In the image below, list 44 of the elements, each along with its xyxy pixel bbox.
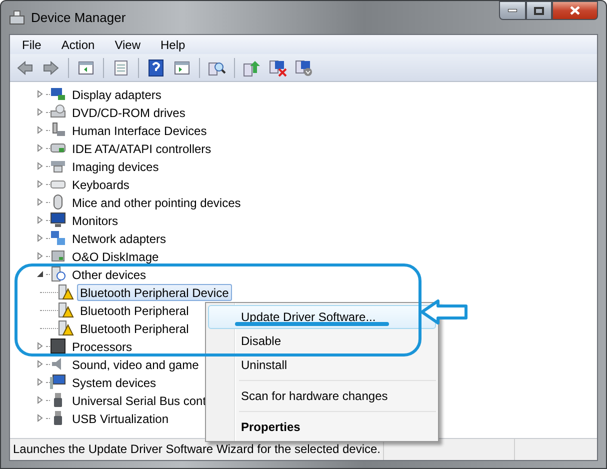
tree-item[interactable]: Imaging devices bbox=[69, 158, 162, 174]
context-menu-item[interactable]: Scan for hardware changes bbox=[208, 384, 436, 408]
tree-item[interactable]: Bluetooth Peripheral bbox=[77, 320, 192, 336]
computer-icon bbox=[9, 10, 25, 26]
menu-item[interactable]: Help bbox=[152, 38, 194, 52]
tree-item[interactable]: Processors bbox=[69, 338, 136, 354]
menu-item[interactable]: Action bbox=[53, 38, 103, 52]
monitor-icon bbox=[50, 212, 66, 228]
tree-item[interactable]: O&O DiskImage bbox=[69, 248, 162, 264]
tree-item[interactable]: Network adapters bbox=[69, 230, 170, 246]
tree-item[interactable]: Human Interface Devices bbox=[69, 122, 210, 138]
close-button[interactable] bbox=[552, 1, 598, 20]
context-menu-item[interactable]: Uninstall bbox=[208, 353, 436, 377]
minimize-icon bbox=[508, 9, 517, 12]
window-title: Device Manager bbox=[31, 10, 126, 25]
status-text: Launches the Update Driver Software Wizard for the selected device. bbox=[10, 439, 384, 460]
minimize-button[interactable] bbox=[499, 1, 526, 20]
scanner-icon bbox=[50, 158, 66, 174]
menu-item[interactable]: View bbox=[106, 38, 148, 52]
tree-item[interactable]: Sound, video and game bbox=[69, 356, 202, 372]
tree-item[interactable]: System devices bbox=[69, 374, 160, 390]
joystick-icon bbox=[50, 122, 66, 138]
tree-item[interactable]: Other devices bbox=[69, 266, 150, 282]
tree-item[interactable]: Keyboards bbox=[69, 176, 132, 192]
close-icon bbox=[570, 6, 580, 15]
drive-icon bbox=[50, 104, 66, 120]
unknown-device-icon bbox=[50, 266, 66, 282]
tree-item[interactable]: Bluetooth Peripheral Device bbox=[77, 284, 232, 300]
maximize-icon bbox=[534, 6, 544, 14]
context-menu-item[interactable]: Properties bbox=[208, 415, 436, 439]
tree-item[interactable]: Display adapters bbox=[69, 86, 164, 102]
tree-item[interactable]: Monitors bbox=[69, 212, 122, 228]
menu-item[interactable]: File bbox=[14, 38, 50, 52]
tree-item[interactable]: IDE ATA/ATAPI controllers bbox=[69, 140, 214, 156]
tree-item[interactable]: USB Virtualization bbox=[69, 410, 172, 426]
computer-icon bbox=[50, 374, 66, 390]
display-adapter-icon bbox=[50, 86, 66, 102]
tree-item[interactable]: Bluetooth Peripheral bbox=[77, 302, 192, 318]
network-icon bbox=[50, 230, 66, 246]
maximize-button[interactable] bbox=[526, 1, 552, 20]
tree-item[interactable]: DVD/CD-ROM drives bbox=[69, 104, 188, 120]
context-menu-item[interactable]: Disable bbox=[208, 329, 436, 353]
processor-icon bbox=[50, 338, 66, 354]
tree-item[interactable]: Mice and other pointing devices bbox=[69, 194, 244, 210]
